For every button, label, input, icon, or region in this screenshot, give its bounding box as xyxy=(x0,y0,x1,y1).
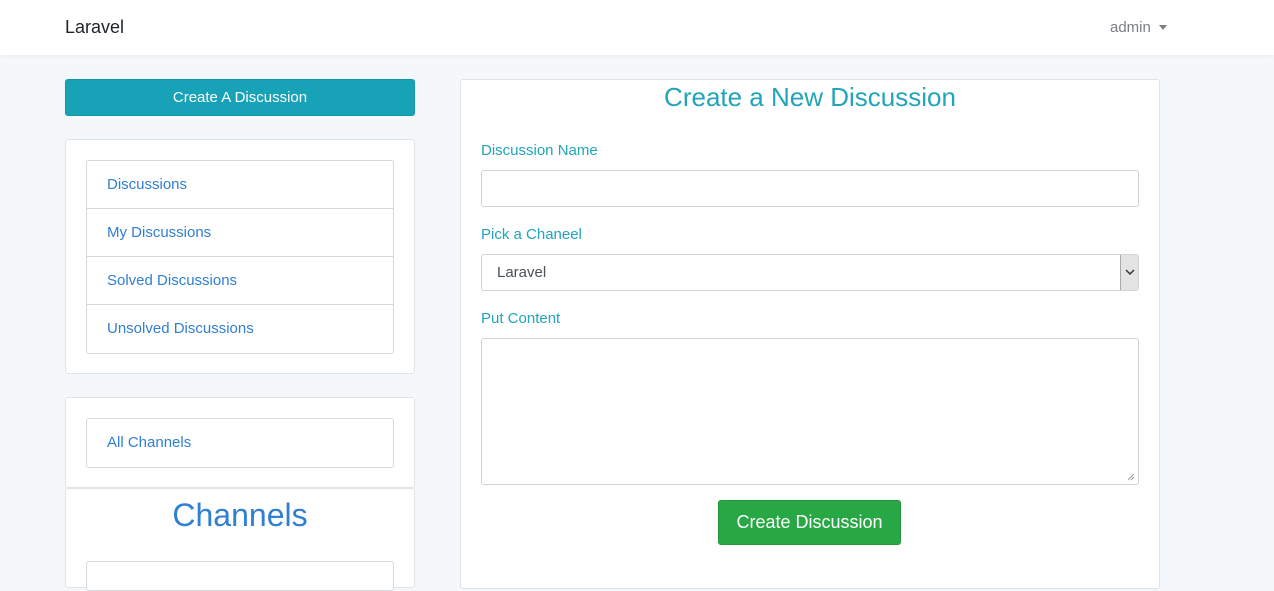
chevron-down-icon[interactable] xyxy=(1120,255,1138,290)
discussion-name-label: Discussion Name xyxy=(481,142,598,159)
channel-label: Pick a Chaneel xyxy=(481,226,582,243)
channel-select[interactable]: Laravel xyxy=(481,254,1139,291)
filters-list: Discussions My Discussions Solved Discus… xyxy=(86,160,394,354)
content-textarea[interactable] xyxy=(481,338,1139,485)
filter-unsolved-discussions[interactable]: Unsolved Discussions xyxy=(87,305,393,353)
user-dropdown[interactable]: admin xyxy=(1110,19,1167,36)
content-label: Put Content xyxy=(481,310,561,327)
top-navbar: Laravel admin xyxy=(0,0,1274,55)
create-discussion-link-button[interactable]: Create A Discussion xyxy=(65,79,415,116)
channels-heading: Channels xyxy=(172,497,308,533)
channels-card: Channels xyxy=(65,488,415,591)
all-channels-link[interactable]: All Channels xyxy=(87,419,393,467)
form-title: Create a New Discussion xyxy=(664,82,956,112)
filter-discussions[interactable]: Discussions xyxy=(87,161,393,209)
filters-card: Discussions My Discussions Solved Discus… xyxy=(65,139,415,374)
user-name: admin xyxy=(1110,19,1151,36)
caret-down-icon xyxy=(1158,25,1167,30)
create-discussion-button[interactable]: Create Discussion xyxy=(718,500,901,545)
channels-list xyxy=(86,561,394,591)
channel-selected-value: Laravel xyxy=(497,264,547,281)
filter-solved-discussions[interactable]: Solved Discussions xyxy=(87,257,393,305)
all-channels-list: All Channels xyxy=(86,418,394,468)
discussion-name-input[interactable] xyxy=(481,170,1139,207)
brand-link[interactable]: Laravel xyxy=(65,17,124,38)
resize-handle-icon[interactable] xyxy=(1127,473,1135,481)
all-channels-card: All Channels xyxy=(65,397,415,488)
create-discussion-card: Create a New Discussion Discussion Name … xyxy=(460,79,1160,589)
filter-my-discussions[interactable]: My Discussions xyxy=(87,209,393,257)
